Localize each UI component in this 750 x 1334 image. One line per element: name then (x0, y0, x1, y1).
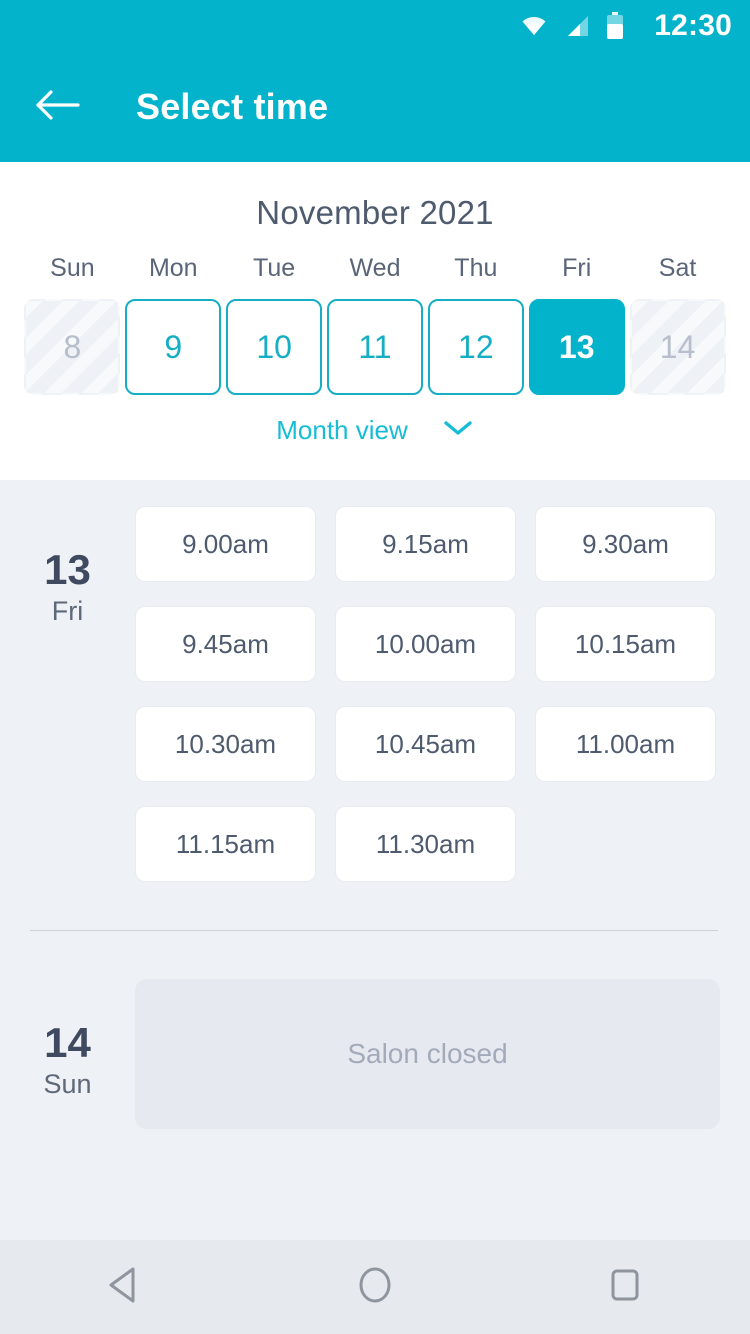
time-slots-scroll-area[interactable]: 13 Fri 9.00am 9.15am 9.30am 9.45am 10.00… (0, 480, 750, 1240)
calendar-day-11[interactable]: 11 (326, 299, 423, 395)
calendar-day-strip: 8 9 10 11 12 13 14 (0, 299, 750, 395)
weekday-header-row: Sun Mon Tue Wed Thu Fri Sat (0, 254, 750, 283)
signal-icon (564, 13, 590, 39)
schedule-day-of-week: Sun (43, 1069, 92, 1100)
calendar-day-9[interactable]: 9 (125, 299, 222, 395)
time-slot[interactable]: 11.15am (135, 806, 316, 882)
time-slot[interactable]: 9.15am (335, 506, 516, 582)
weekday-label-sat: Sat (658, 254, 697, 282)
salon-closed-panel: Salon closed (135, 979, 720, 1129)
status-icons: 12:30 (520, 11, 732, 41)
day-cell-wrap: 13 (526, 299, 627, 395)
calendar-day-14: 14 (629, 299, 726, 395)
schedule-day-14: 14 Sun Salon closed (0, 931, 750, 1129)
calendar-day-10[interactable]: 10 (226, 299, 323, 395)
nav-home-button[interactable] (320, 1240, 430, 1334)
recents-square-icon (606, 1264, 644, 1311)
status-bar: 12:30 (0, 0, 750, 52)
time-slot[interactable]: 10.15am (535, 606, 716, 682)
calendar-day-8: 8 (24, 299, 121, 395)
back-button[interactable] (22, 72, 92, 142)
month-view-label: Month view (276, 415, 408, 445)
back-arrow-icon (34, 88, 80, 127)
app-bar: Select time (0, 52, 750, 162)
calendar-day-12[interactable]: 12 (427, 299, 524, 395)
day-cell-wrap: 11 (325, 299, 426, 395)
home-circle-icon (354, 1262, 396, 1313)
schedule-date-number: 13 (44, 546, 91, 593)
weekday-label-tue: Tue (253, 254, 296, 282)
time-slot[interactable]: 11.30am (335, 806, 516, 882)
phone-screen: 12:30 Select time November 2021 Sun Mon … (0, 0, 750, 1334)
time-slot[interactable]: 9.00am (135, 506, 316, 582)
battery-icon (606, 12, 624, 40)
time-slot[interactable]: 10.30am (135, 706, 316, 782)
time-slot[interactable]: 9.30am (535, 506, 716, 582)
back-triangle-icon (105, 1264, 145, 1311)
day-cell-wrap: 10 (224, 299, 325, 395)
schedule-date-number: 14 (44, 1019, 91, 1066)
day-cell-wrap: 8 (22, 299, 123, 395)
time-slot-grid: 9.00am 9.15am 9.30am 9.45am 10.00am 10.1… (135, 506, 750, 882)
day-cell-wrap: 9 (123, 299, 224, 395)
weekday-label-mon: Mon (148, 254, 198, 282)
weekday-label-thu: Thu (454, 254, 498, 282)
schedule-day-label: 14 Sun (0, 979, 135, 1129)
wifi-icon (520, 13, 548, 39)
schedule-day-label: 13 Fri (0, 506, 135, 882)
time-slot[interactable]: 10.00am (335, 606, 516, 682)
weekday-label-fri: Fri (562, 254, 592, 282)
android-nav-bar (0, 1240, 750, 1334)
calendar-day-13-selected[interactable]: 13 (528, 299, 625, 395)
time-slot[interactable]: 10.45am (335, 706, 516, 782)
day-cell-wrap: 14 (627, 299, 728, 395)
nav-recents-button[interactable] (570, 1240, 680, 1334)
time-slot[interactable]: 11.00am (535, 706, 716, 782)
weekday-label-sun: Sun (50, 254, 95, 282)
weekday-label-wed: Wed (349, 254, 401, 282)
schedule-day-of-week: Fri (51, 596, 84, 627)
day-cell-wrap: 12 (425, 299, 526, 395)
page-title: Select time (136, 86, 329, 127)
status-time: 12:30 (654, 9, 732, 42)
month-title: November 2021 (256, 194, 494, 231)
month-view-toggle[interactable]: Month view (0, 415, 750, 446)
nav-back-button[interactable] (70, 1240, 180, 1334)
chevron-down-icon (442, 418, 474, 443)
calendar-panel: November 2021 Sun Mon Tue Wed Thu Fri Sa… (0, 162, 750, 480)
time-slot[interactable]: 9.45am (135, 606, 316, 682)
schedule-day-13: 13 Fri 9.00am 9.15am 9.30am 9.45am 10.00… (0, 480, 750, 882)
